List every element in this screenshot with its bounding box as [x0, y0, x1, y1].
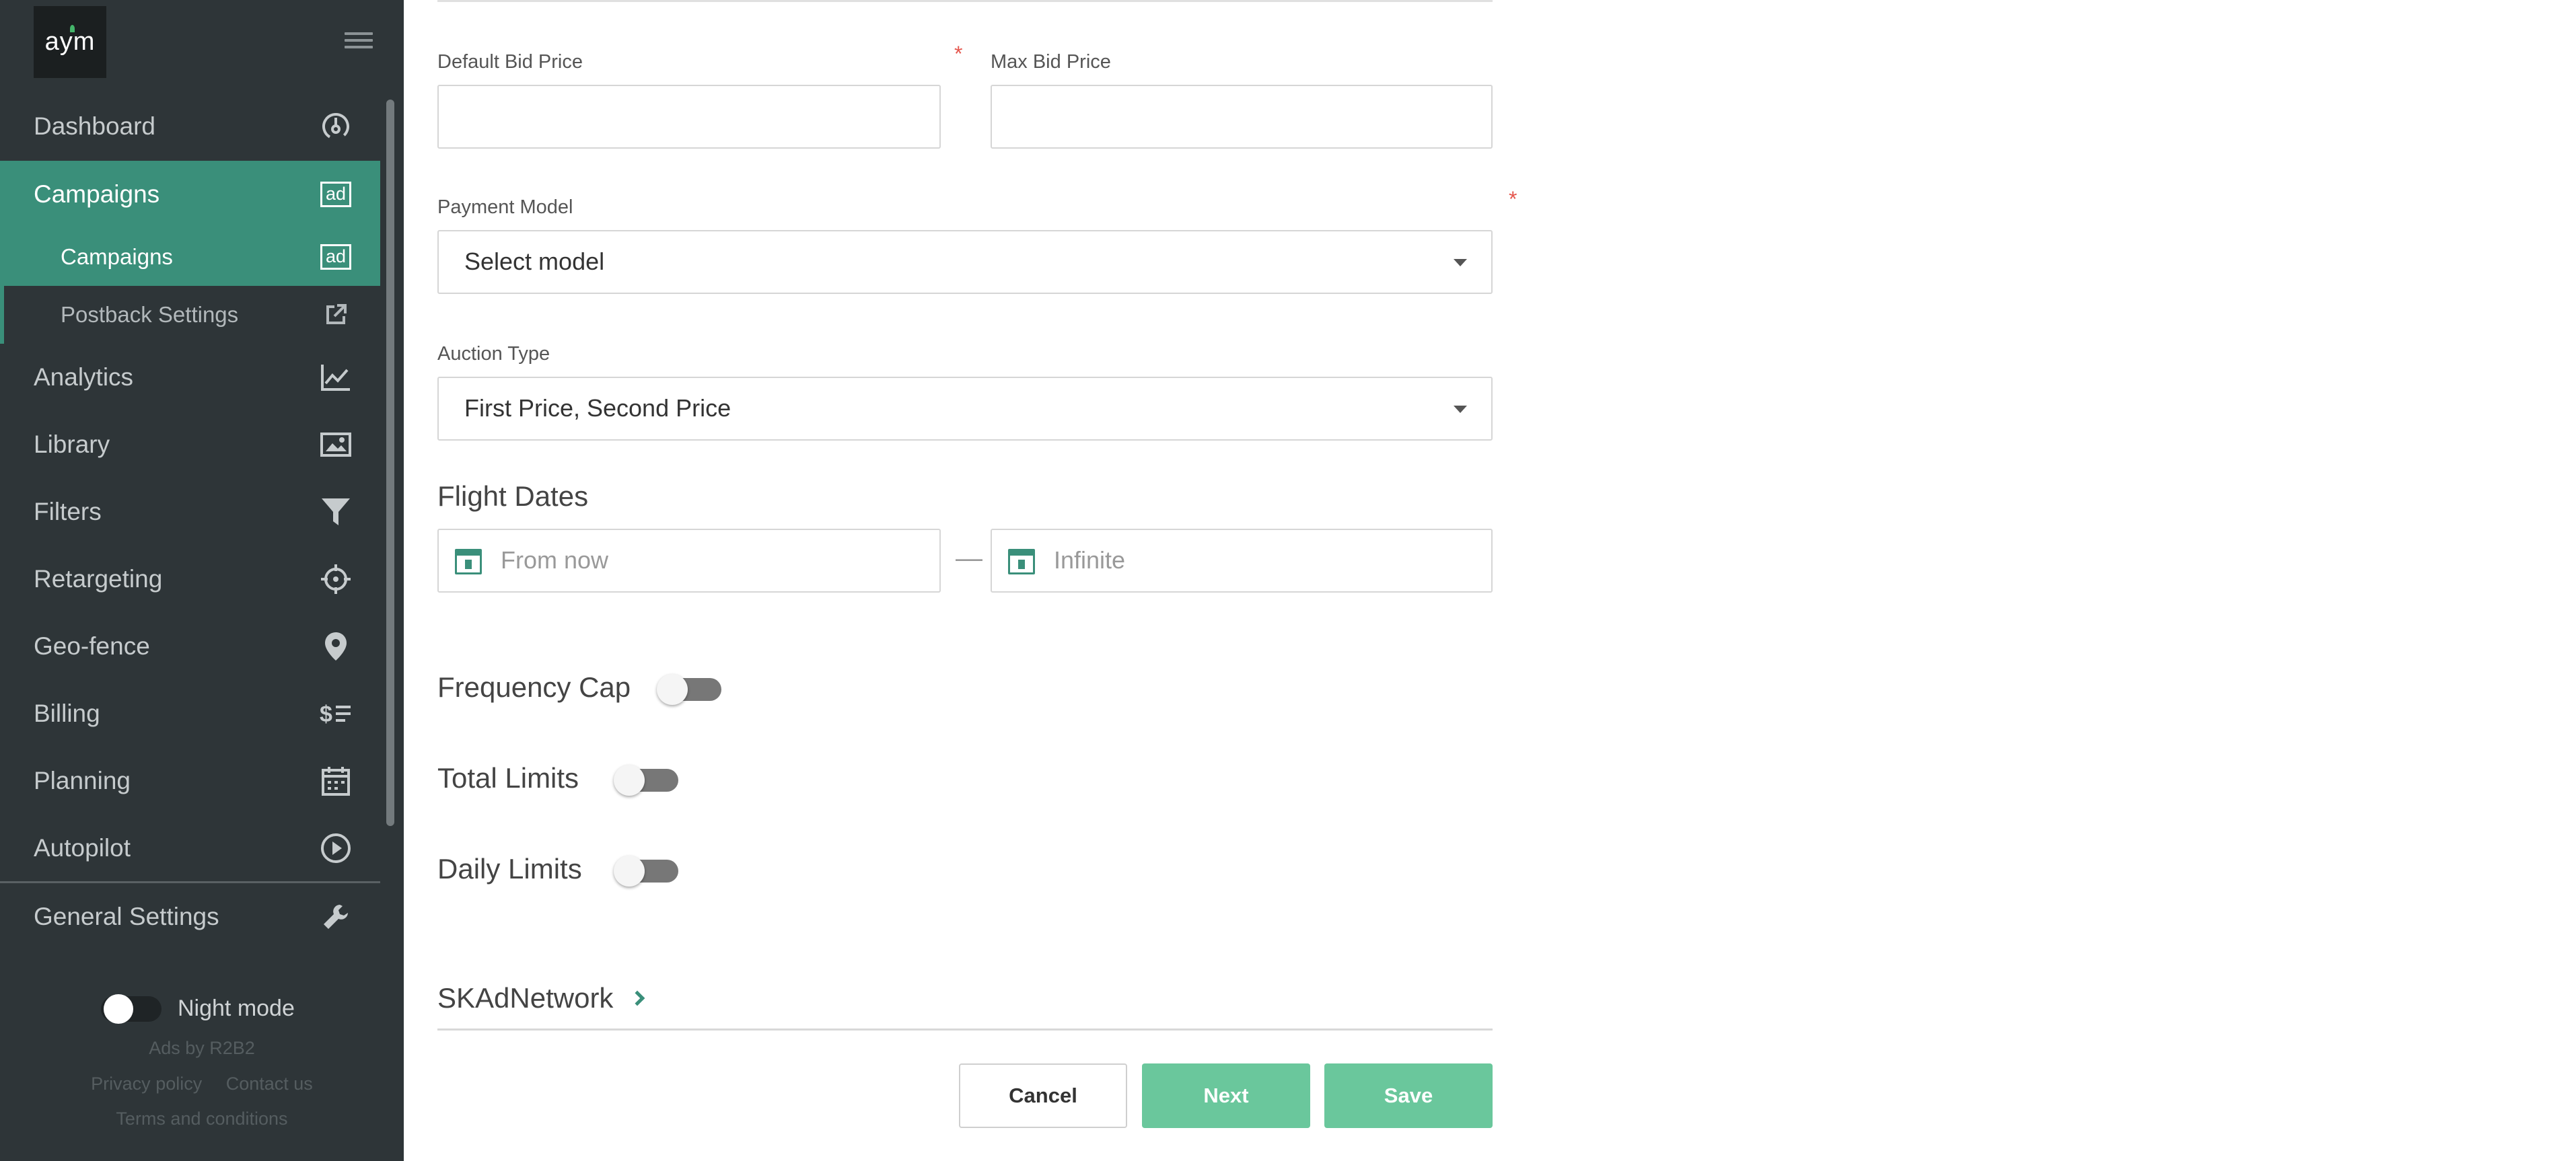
sidebar-subitem-postback-settings[interactable]: Postback Settings [0, 286, 380, 344]
ad-icon: ad [319, 240, 353, 274]
sidebar-item-label: General Settings [34, 903, 219, 930]
sidebar-item-label: Campaigns [34, 180, 160, 208]
sidebar-scrollbar[interactable] [386, 100, 394, 826]
section-divider [437, 1028, 1493, 1031]
sidebar-item-library[interactable]: Library [0, 411, 380, 478]
sidebar-item-campaigns[interactable]: Campaigns ad [0, 161, 380, 228]
sidebar-item-label: Filters [34, 498, 102, 525]
night-mode-toggle[interactable] [101, 994, 162, 1024]
save-button[interactable]: Save [1324, 1063, 1493, 1128]
sidebar-subitem-campaigns[interactable]: Campaigns ad [0, 228, 380, 286]
flight-dates-heading: Flight Dates [437, 480, 589, 512]
sidebar-item-label: Autopilot [34, 834, 131, 862]
cancel-button[interactable]: Cancel [959, 1063, 1127, 1128]
auction-type-select[interactable]: First Price, Second Price [437, 377, 1493, 441]
frequency-cap-toggle[interactable] [657, 674, 721, 705]
flight-from-input[interactable]: From now [437, 529, 941, 593]
night-mode-label: Night mode [178, 996, 295, 1021]
sidebar-item-label: Billing [34, 700, 100, 727]
dashboard-icon [319, 110, 353, 143]
max-bid-label: Max Bid Price [991, 51, 1111, 73]
payment-model-select[interactable]: Select model [437, 230, 1493, 294]
sidebar: aym Dashboard Campaigns ad Campaigns ad … [0, 0, 404, 1161]
payment-model-label: Payment Model [437, 196, 573, 218]
auction-type-value: First Price, Second Price [464, 394, 731, 422]
logo-dot [70, 25, 75, 32]
sidebar-item-dashboard[interactable]: Dashboard [0, 93, 380, 160]
sidebar-item-filters[interactable]: Filters [0, 478, 380, 546]
frequency-cap-label: Frequency Cap [437, 671, 631, 703]
contact-us-link[interactable]: Contact us [226, 1074, 313, 1094]
payment-model-value: Select model [464, 248, 605, 275]
sidebar-item-label: Postback Settings [61, 302, 239, 327]
wrench-icon [319, 900, 353, 934]
sidebar-item-label: Analytics [34, 363, 134, 391]
skadnetwork-label: SKAdNetwork [437, 982, 614, 1014]
calendar-icon [455, 549, 482, 574]
calendar-icon [1008, 549, 1035, 574]
sidebar-item-billing[interactable]: Billing $ [0, 680, 380, 747]
sidebar-item-label: Library [34, 430, 110, 458]
billing-icon: $ [319, 697, 353, 731]
location-pin-icon [319, 630, 353, 663]
chevron-down-icon [1454, 259, 1467, 266]
chevron-right-icon [630, 990, 645, 1006]
flight-from-placeholder: From now [501, 546, 609, 574]
sidebar-item-planning[interactable]: Planning [0, 747, 380, 815]
terms-link[interactable]: Terms and conditions [0, 1109, 404, 1129]
daily-limits-toggle[interactable] [614, 856, 678, 887]
sidebar-item-general-settings[interactable]: General Settings [0, 883, 380, 950]
sidebar-item-autopilot[interactable]: Autopilot [0, 815, 380, 882]
total-limits-toggle[interactable] [614, 765, 678, 796]
required-mark: * [1509, 187, 1517, 211]
max-bid-input[interactable] [991, 85, 1493, 149]
external-link-icon [319, 298, 353, 332]
sidebar-item-geo-fence[interactable]: Geo-fence [0, 613, 380, 680]
date-separator: — [956, 544, 982, 573]
ads-by-text: Ads by R2B2 [149, 1038, 255, 1058]
sidebar-item-label: Dashboard [34, 112, 156, 140]
filter-icon [319, 495, 353, 529]
sidebar-item-label: Geo-fence [34, 632, 150, 660]
crosshair-icon [319, 562, 353, 596]
chevron-down-icon [1454, 406, 1467, 413]
sidebar-item-label: Campaigns [61, 244, 173, 269]
default-bid-label: Default Bid Price [437, 51, 583, 73]
skadnetwork-expander[interactable]: SKAdNetwork [437, 982, 645, 1014]
brand-logo[interactable]: aym [34, 6, 106, 78]
footer-links: Privacy policy Contact us [0, 1074, 404, 1094]
privacy-policy-link[interactable]: Privacy policy [91, 1074, 202, 1094]
total-limits-label: Total Limits [437, 762, 579, 794]
flight-to-input[interactable]: Infinite [991, 529, 1493, 593]
campaign-form: Default Bid Price * Max Bid Price Paymen… [404, 0, 2576, 1161]
chart-icon [319, 361, 353, 394]
sidebar-item-analytics[interactable]: Analytics [0, 344, 380, 411]
calendar-icon [319, 764, 353, 798]
menu-toggle-icon[interactable] [345, 32, 373, 50]
section-divider [437, 0, 1493, 2]
image-icon [319, 428, 353, 461]
night-mode-control: Night mode [101, 994, 295, 1024]
default-bid-input[interactable] [437, 85, 941, 149]
svg-text:$: $ [320, 702, 332, 727]
sidebar-item-retargeting[interactable]: Retargeting [0, 546, 380, 613]
next-button[interactable]: Next [1142, 1063, 1310, 1128]
required-mark: * [954, 42, 963, 66]
daily-limits-label: Daily Limits [437, 853, 582, 885]
auction-type-label: Auction Type [437, 343, 550, 365]
flight-to-placeholder: Infinite [1054, 546, 1126, 574]
ad-icon: ad [319, 178, 353, 211]
sidebar-item-label: Retargeting [34, 565, 163, 593]
play-circle-icon [319, 831, 353, 865]
sidebar-item-label: Planning [34, 767, 131, 794]
